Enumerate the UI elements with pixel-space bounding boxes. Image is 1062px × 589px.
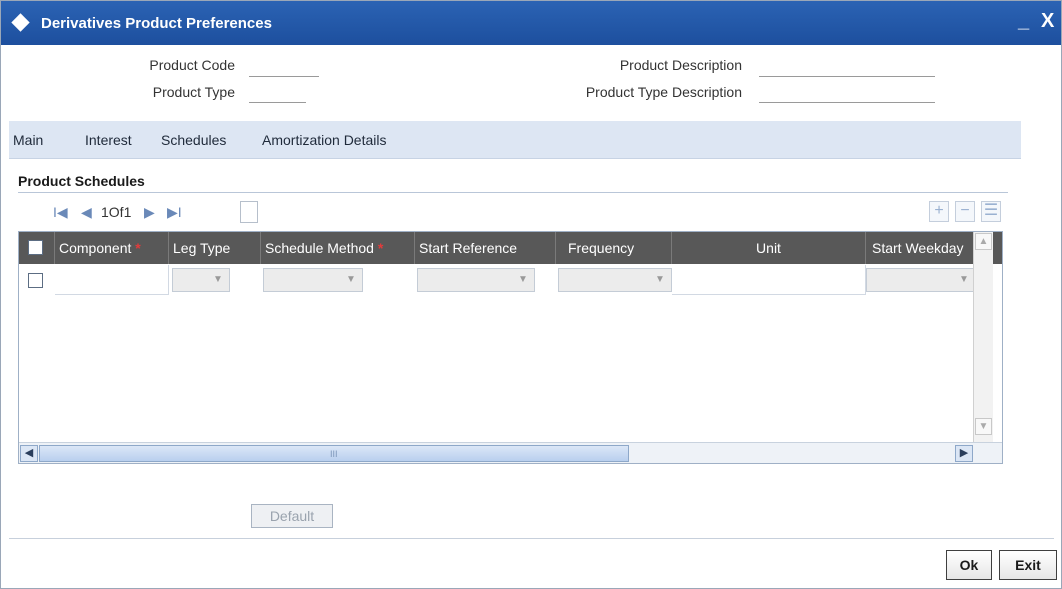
product-code-field[interactable] xyxy=(249,57,319,77)
column-start-weekday-label: Start Weekday xyxy=(872,240,964,256)
scroll-grip: III xyxy=(330,449,338,459)
frequency-select[interactable]: ▼ xyxy=(558,268,672,292)
scroll-right-icon[interactable]: ▶ xyxy=(955,445,973,462)
column-schedule-method[interactable]: Schedule Method * xyxy=(261,232,415,264)
app-diamond-icon xyxy=(11,13,30,32)
column-leg-type-label: Leg Type xyxy=(173,240,231,256)
product-type-description-field[interactable] xyxy=(759,83,935,103)
required-marker: * xyxy=(377,240,384,256)
scroll-down-icon[interactable]: ▼ xyxy=(975,418,992,435)
product-description-field[interactable] xyxy=(759,57,935,77)
column-frequency-label: Frequency xyxy=(568,240,635,256)
start-reference-select[interactable]: ▼ xyxy=(417,268,535,292)
tab-main[interactable]: Main xyxy=(13,132,43,148)
vertical-scrollbar[interactable]: ▲ ▼ xyxy=(973,232,993,442)
prev-page-icon[interactable]: ◀ xyxy=(81,204,92,221)
tab-bar: Main Interest Schedules Amortization Det… xyxy=(9,121,1021,159)
remove-row-button[interactable]: − xyxy=(955,201,975,222)
column-unit-label: Unit xyxy=(756,240,781,256)
title-bar[interactable]: Derivatives Product Preferences _ X xyxy=(1,1,1061,45)
column-schedule-method-label: Schedule Method xyxy=(265,240,374,256)
close-button[interactable]: X xyxy=(1041,11,1054,31)
default-button[interactable]: Default xyxy=(251,504,333,528)
last-page-icon[interactable]: ▶I xyxy=(167,204,182,221)
exit-button[interactable]: Exit xyxy=(999,550,1057,580)
next-page-icon[interactable]: ▶ xyxy=(144,204,155,221)
grid-header-row: Component * Leg Type Schedule Method * S… xyxy=(19,232,1002,264)
first-page-icon[interactable]: I◀ xyxy=(53,204,68,221)
column-start-reference[interactable]: Start Reference xyxy=(415,232,556,264)
section-title: Product Schedules xyxy=(18,173,145,189)
unit-input[interactable] xyxy=(672,265,866,295)
product-type-field[interactable] xyxy=(249,83,306,103)
single-view-button[interactable]: ☰ xyxy=(981,201,1001,222)
horizontal-scroll-thumb[interactable]: III xyxy=(39,445,629,462)
scroll-left-icon[interactable]: ◀ xyxy=(20,445,38,462)
schedule-method-select[interactable]: ▼ xyxy=(263,268,363,292)
dialog-window: Derivatives Product Preferences _ X Prod… xyxy=(0,0,1062,589)
tab-amortization-details[interactable]: Amortization Details xyxy=(262,132,387,148)
minimize-button[interactable]: _ xyxy=(1018,11,1029,31)
scroll-up-icon[interactable]: ▲ xyxy=(975,233,992,250)
component-input[interactable] xyxy=(55,265,169,295)
start-weekday-select[interactable]: ▼ xyxy=(866,268,976,292)
schedules-grid: Component * Leg Type Schedule Method * S… xyxy=(18,231,1003,464)
chevron-down-icon: ▼ xyxy=(518,274,528,285)
product-type-label: Product Type xyxy=(152,84,235,100)
select-all-cell xyxy=(19,232,55,264)
footer-divider xyxy=(9,538,1054,539)
required-marker: * xyxy=(135,240,141,256)
column-leg-type[interactable]: Leg Type xyxy=(169,232,261,264)
chevron-down-icon: ▼ xyxy=(346,274,356,285)
chevron-down-icon: ▼ xyxy=(959,274,969,285)
window-title: Derivatives Product Preferences xyxy=(41,15,272,32)
column-start-reference-label: Start Reference xyxy=(419,240,518,256)
horizontal-scrollbar[interactable]: ◀ III ▶ xyxy=(19,442,1002,463)
leg-type-select[interactable]: ▼ xyxy=(172,268,230,292)
column-unit[interactable]: Unit xyxy=(672,232,866,264)
page-number-input[interactable] xyxy=(240,201,258,223)
chevron-down-icon: ▼ xyxy=(213,274,223,285)
section-divider xyxy=(18,192,1008,193)
page-indicator: 1Of1 xyxy=(101,204,132,220)
ok-button[interactable]: Ok xyxy=(946,550,992,580)
row-select-checkbox[interactable] xyxy=(28,273,43,288)
column-frequency[interactable]: Frequency xyxy=(556,232,672,264)
tab-interest[interactable]: Interest xyxy=(85,132,132,148)
product-code-label: Product Code xyxy=(149,57,235,73)
column-start-weekday[interactable]: Start Weekday xyxy=(866,232,976,264)
column-component[interactable]: Component * xyxy=(55,232,169,264)
select-all-checkbox[interactable] xyxy=(28,240,43,255)
product-description-label: Product Description xyxy=(619,57,742,73)
chevron-down-icon: ▼ xyxy=(655,274,665,285)
add-row-button[interactable]: + xyxy=(929,201,949,222)
column-component-label: Component xyxy=(59,240,132,256)
tab-schedules[interactable]: Schedules xyxy=(161,132,226,148)
product-type-description-label: Product Type Description xyxy=(585,84,742,100)
